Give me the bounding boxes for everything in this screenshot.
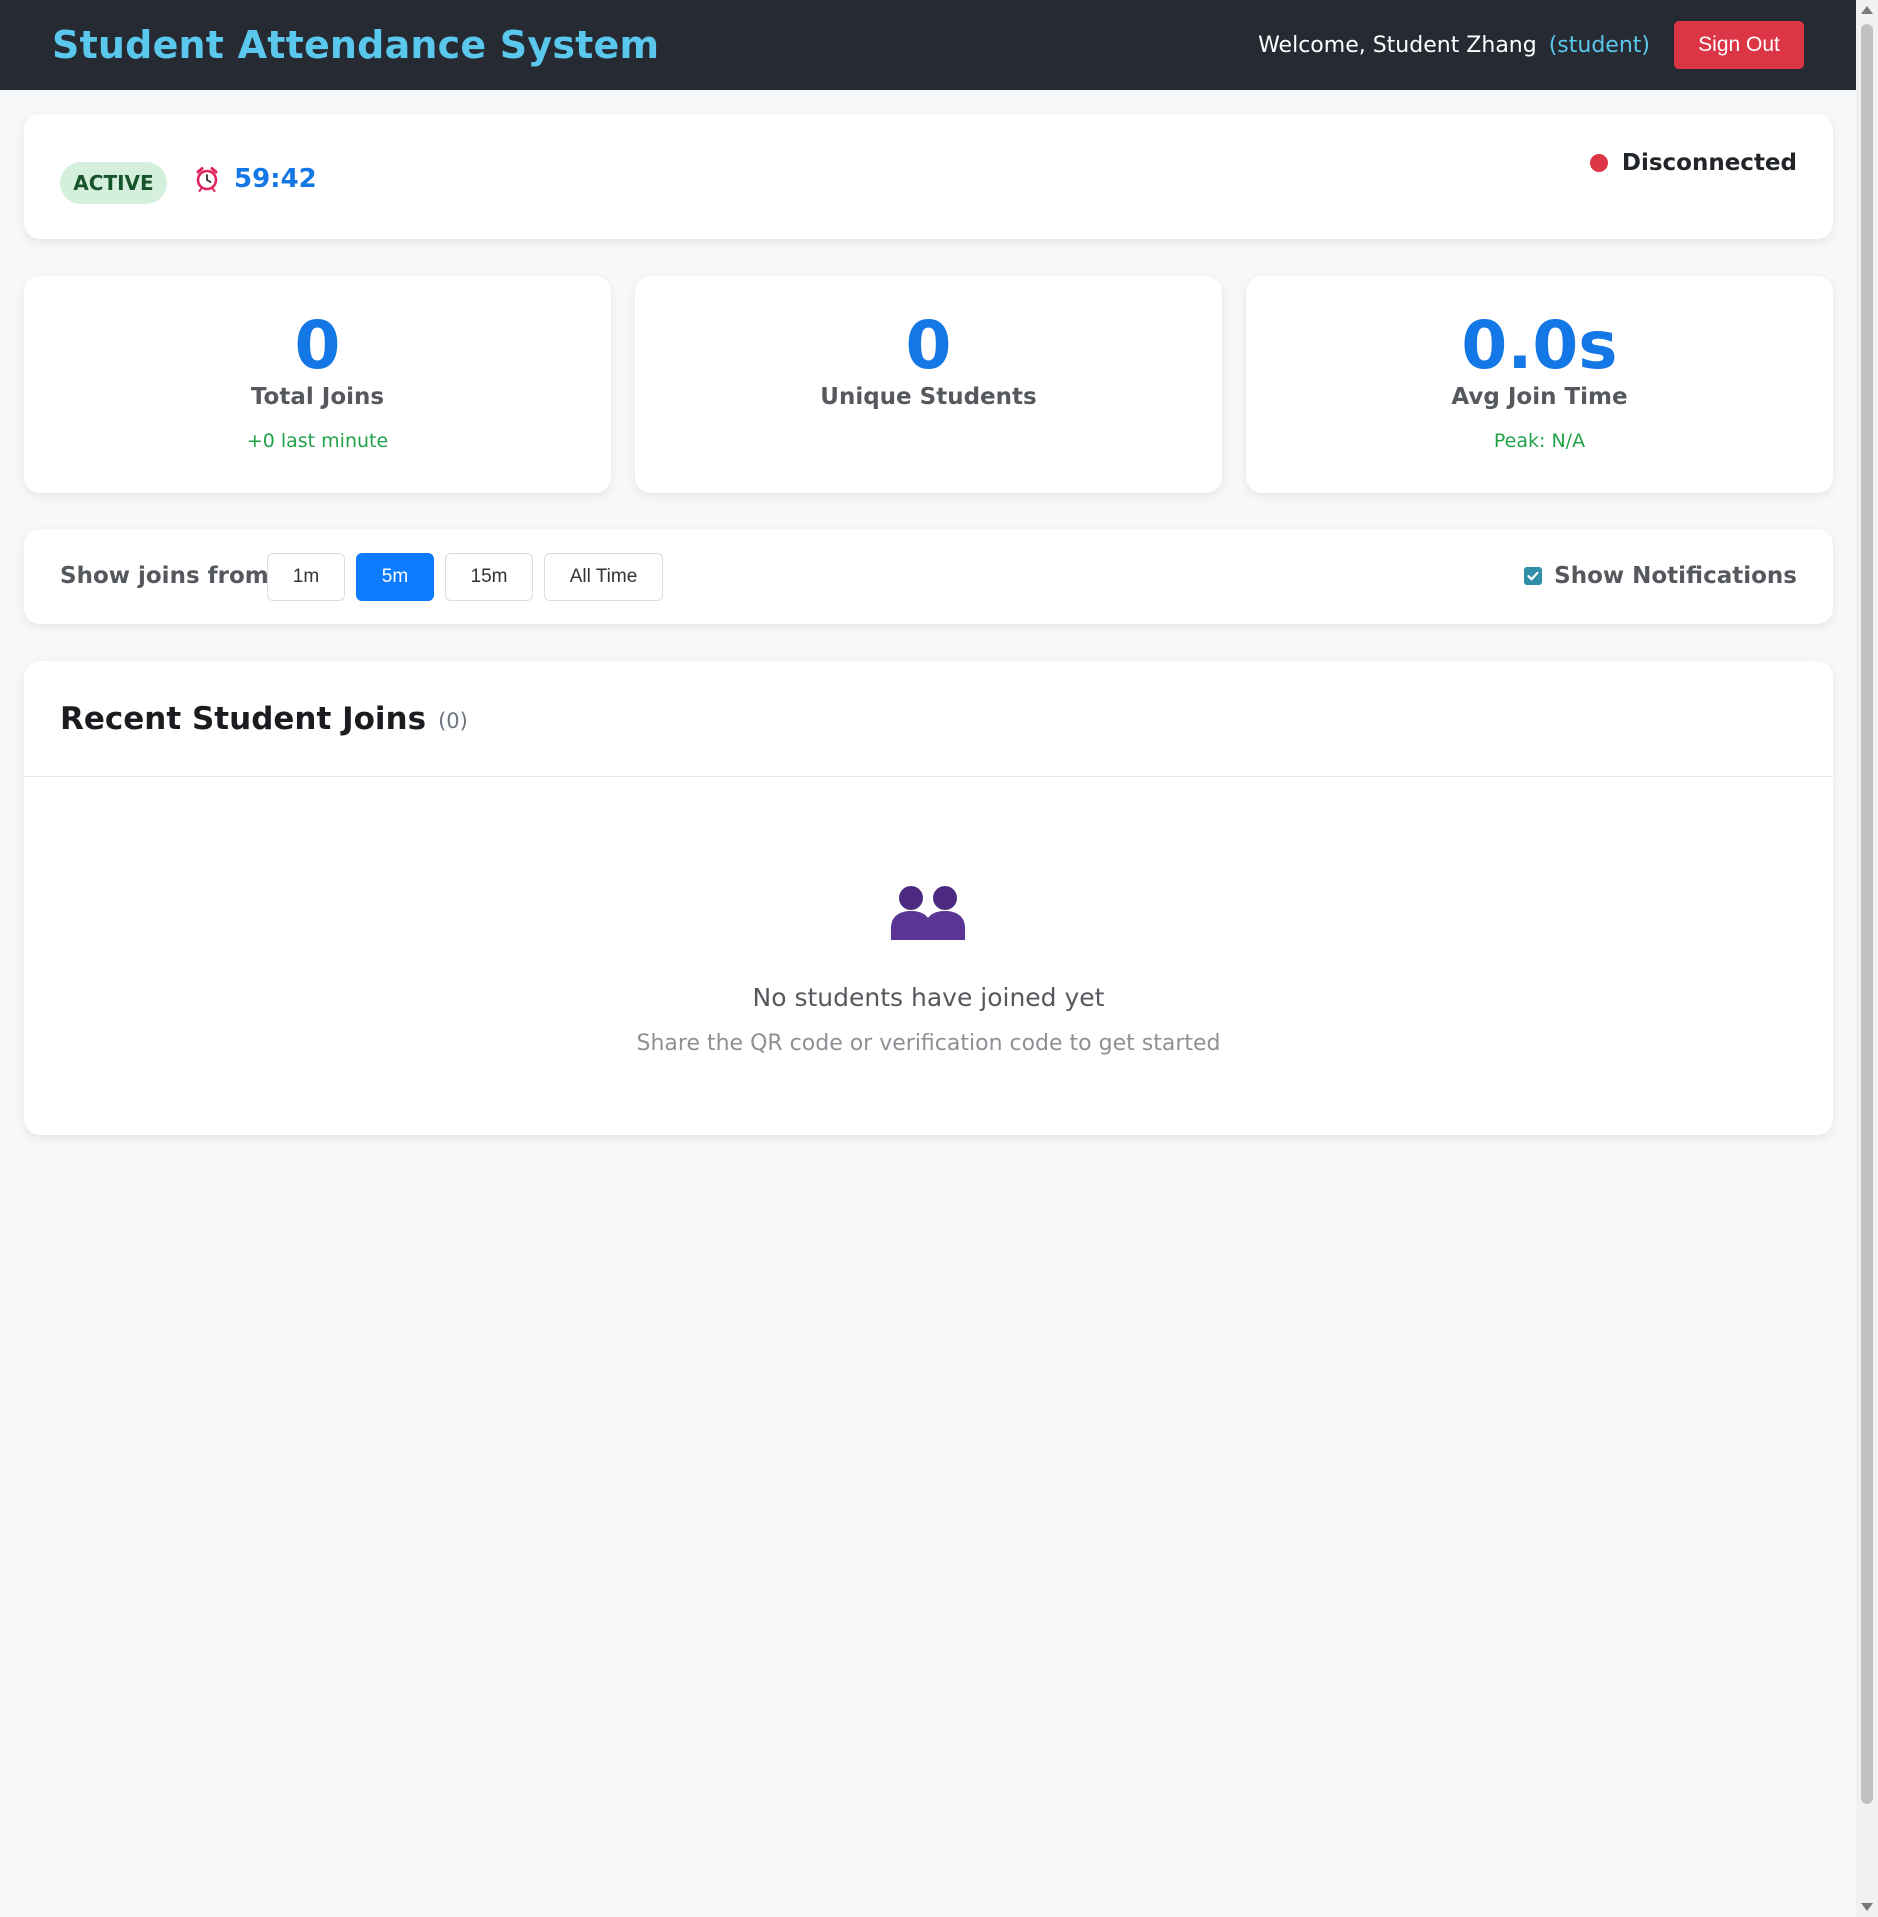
welcome-text: Welcome, Student Zhang [1258, 32, 1537, 58]
user-role: (student) [1548, 32, 1650, 58]
recent-joins-card: Recent Student Joins (0) No students hav… [24, 661, 1833, 1135]
sign-out-button[interactable]: Sign Out [1674, 21, 1804, 69]
stat-card-avg-join-time: 0.0s Avg Join Time Peak: N/A [1246, 276, 1833, 493]
filter-5m-button[interactable]: 5m [356, 553, 434, 601]
stat-card-unique-students: 0 Unique Students [635, 276, 1222, 493]
scroll-up-arrow-icon[interactable] [1861, 6, 1873, 14]
checkmark-icon [1527, 571, 1539, 581]
notifications-label: Show Notifications [1554, 563, 1797, 589]
recent-joins-header: Recent Student Joins (0) [24, 661, 1833, 777]
stat-label: Unique Students [820, 384, 1037, 410]
stat-subtext: +0 last minute [246, 430, 389, 452]
stat-value: 0 [905, 307, 952, 384]
vertical-scrollbar[interactable] [1856, 0, 1878, 1917]
status-dot-icon [1589, 154, 1608, 172]
page: Student Attendance System Welcome, Stude… [0, 0, 1856, 1917]
alarm-clock-icon [196, 167, 218, 192]
scrollbar-thumb[interactable] [1861, 24, 1873, 1804]
connection-text: Disconnected [1621, 150, 1797, 176]
filter-1m-button[interactable]: 1m [267, 553, 345, 601]
session-status-card: ACTIVE 59:42 Disconnected [24, 114, 1833, 239]
show-notifications-toggle[interactable]: Show Notifications [1524, 563, 1797, 589]
stat-label: Total Joins [250, 384, 385, 410]
empty-state-title: No students have joined yet [752, 983, 1105, 1012]
empty-state-subtitle: Share the QR code or verification code t… [636, 1031, 1221, 1056]
filter-all-time-button[interactable]: All Time [544, 553, 663, 601]
top-navbar: Student Attendance System Welcome, Stude… [0, 0, 1856, 90]
app-title: Student Attendance System [52, 23, 660, 67]
notifications-checkbox[interactable] [1524, 567, 1543, 585]
stat-card-total-joins: 0 Total Joins +0 last minute [24, 276, 611, 493]
filter-label: Show joins from: [60, 563, 278, 589]
connection-status: Disconnected [1589, 150, 1797, 176]
session-timer: 59:42 [194, 164, 317, 194]
time-filter-card: Show joins from: 1m 5m 15m All Time Show… [24, 529, 1833, 624]
recent-joins-count: (0) [438, 708, 468, 733]
scroll-down-arrow-icon[interactable] [1861, 1903, 1873, 1911]
timer-value: 59:42 [234, 164, 317, 194]
stat-subtext: Peak: N/A [1493, 430, 1586, 452]
stat-value: 0.0s [1461, 307, 1618, 384]
stat-value: 0 [294, 307, 341, 384]
stat-label: Avg Join Time [1451, 384, 1628, 410]
status-badge: ACTIVE [60, 162, 167, 204]
people-icon [891, 886, 965, 940]
user-area: Welcome, Student Zhang (student) Sign Ou… [1258, 21, 1804, 69]
recent-joins-title: Recent Student Joins [60, 700, 427, 737]
filter-15m-button[interactable]: 15m [445, 553, 533, 601]
